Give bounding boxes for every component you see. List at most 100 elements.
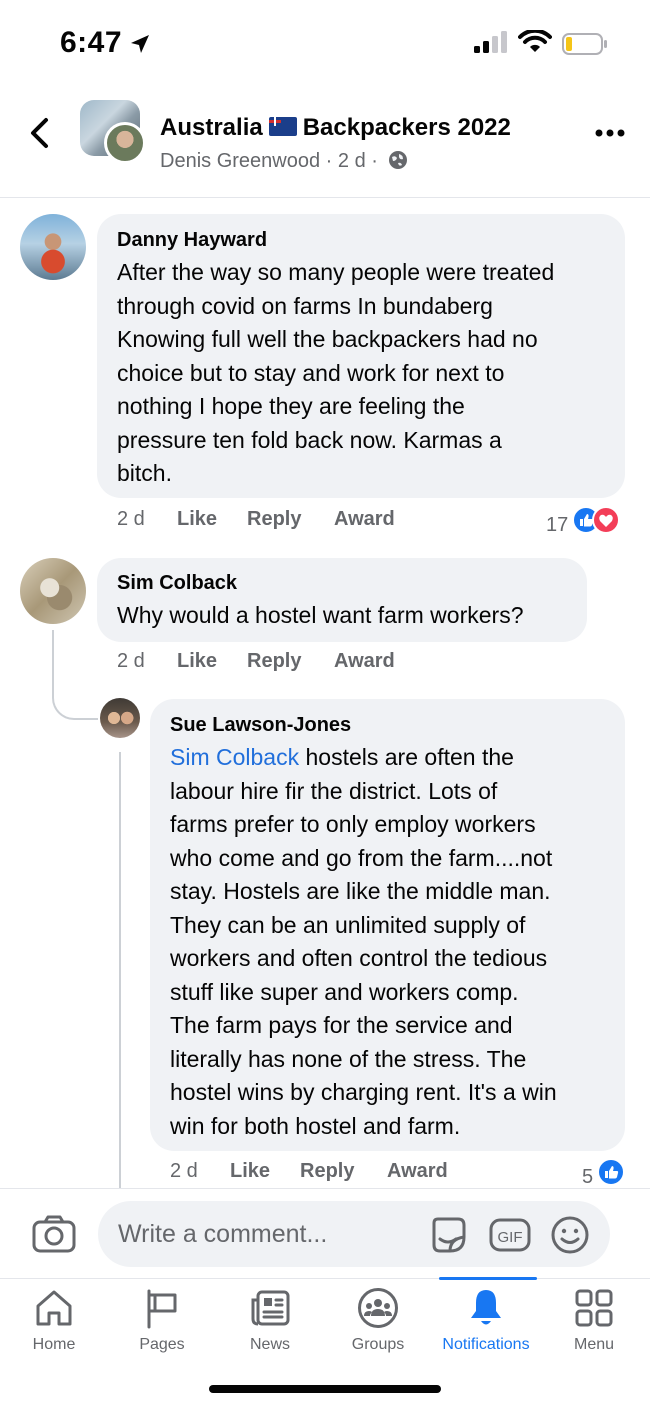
back-arrow-icon[interactable] [26,116,52,150]
comment-line: stay. Hostels are like the middle man. [170,878,551,904]
comment-text: Why would a hostel want farm workers? [117,599,524,633]
nav-label: Menu [573,1336,615,1353]
like-reaction-icon [596,1158,625,1186]
like-button[interactable]: Like [230,1160,300,1183]
comment-line: The farm pays for the service and [170,1012,513,1038]
comment-line: workers and often control the tedious [170,945,548,971]
award-button[interactable]: Award [334,650,395,673]
award-button[interactable]: Award [334,508,395,531]
post-age[interactable]: 2 d [338,150,366,172]
reply-button[interactable]: Reply [300,1160,387,1183]
camera-icon[interactable] [32,1215,76,1253]
nav-pages[interactable]: Pages [108,1279,216,1369]
reaction-count: 5 [582,1166,594,1188]
commenter-name[interactable]: Sim Colback [117,572,237,595]
comment-text: After the way so many people were treate… [117,256,554,491]
comment-line: They can be an unlimited supply of [170,911,526,938]
commenter-avatar[interactable] [100,698,140,738]
meta-separator: · [371,150,378,172]
comment-line: farms prefer to only employ workers [170,811,536,837]
commenter-name[interactable]: Sue Lawson-Jones [170,714,351,737]
comment-time: 2 d [117,508,145,530]
comment-line: literally has none of the stress. The [170,1045,527,1072]
comment-line: choice but to stay and work for next to [117,359,505,386]
commenter-name[interactable]: Danny Hayward [117,229,267,252]
comment-line: Knowing full well the backpackers had no [117,326,538,352]
more-options-icon[interactable] [594,128,626,138]
comment-actions: 2 d Like Reply Award [117,508,395,531]
commenter-avatar[interactable] [20,214,86,280]
award-button[interactable]: Award [387,1160,448,1183]
comment-text: Sim Colback hostels are often the labour… [170,741,557,1143]
author-name[interactable]: Denis Greenwood [160,150,320,172]
comment-input[interactable]: Write a comment... GIF [98,1201,610,1267]
love-reaction-icon [591,506,620,534]
reply-thread-line [119,752,121,1188]
reaction-count: 17 [546,514,569,536]
reply-button[interactable]: Reply [247,650,334,673]
comment-line: hostel wins by charging rent. It's a win [170,1079,557,1105]
group-title-text-2: Backpackers 2022 [302,114,511,141]
newspaper-icon [251,1290,290,1326]
comment-time: 2 d [117,650,145,672]
nav-label: Home [32,1336,76,1353]
comment-line: After the way so many people were treate… [117,259,555,285]
home-icon [36,1290,72,1326]
gif-icon[interactable]: GIF [488,1215,532,1255]
wifi-icon [518,30,552,52]
comment-line: Why would a hostel want farm workers? [117,602,524,628]
comment-line: nothing I hope they are feeling the [117,393,465,419]
comment-actions: 2 d Like Reply Award [170,1160,448,1183]
like-button[interactable]: Like [177,650,247,673]
cellular-signal-icon [474,31,507,53]
comment-input-placeholder: Write a comment... [118,1220,328,1248]
nav-label: News [249,1336,290,1353]
comment-line: who come and go from the farm....not [170,844,553,871]
groups-icon [358,1288,398,1328]
comment-actions: 2 d Like Reply Award [117,650,395,673]
reaction-summary[interactable]: 17 [546,506,620,540]
bottom-navigation: Home Pages News Groups Notifications Men… [0,1277,650,1407]
location-arrow-icon [131,35,149,53]
comment-line: pressure ten fold back now. Karmas a [117,426,502,453]
comment-time: 2 d [170,1160,198,1182]
nav-groups[interactable]: Groups [324,1279,432,1369]
grid-icon [575,1289,613,1327]
post-header: Australia Backpackers 2022 Denis Greenwoo… [0,88,650,198]
author-avatar[interactable] [104,122,146,164]
nav-news[interactable]: News [216,1279,324,1369]
emoji-icon[interactable] [550,1215,590,1255]
commenter-avatar[interactable] [20,558,86,624]
reply-button[interactable]: Reply [247,508,334,531]
like-button[interactable]: Like [177,508,247,531]
nav-label: Notifications [442,1336,530,1353]
mention-link[interactable]: Sim Colback [170,744,299,770]
gif-label: GIF [498,1229,523,1246]
reaction-summary[interactable]: 5 [582,1158,625,1192]
flag-icon [147,1289,177,1329]
status-bar: 6:47 [0,0,650,88]
battery-icon [562,33,607,55]
comment-line-text: hostels are often the [299,744,514,770]
sticker-icon[interactable] [428,1215,468,1255]
comment-composer: Write a comment... GIF [0,1188,650,1278]
group-title[interactable]: Australia Backpackers 2022 [160,114,511,142]
comment-line: stuff like super and workers comp. [170,978,519,1005]
nav-notifications[interactable]: Notifications [432,1279,540,1369]
status-time: 6:47 [60,26,123,59]
nav-label: Pages [139,1336,185,1353]
group-title-text: Australia [160,114,263,141]
comment-line: bitch. [117,460,172,486]
comment-line: through covid on farms In bundaberg [117,292,493,319]
nav-home[interactable]: Home [0,1279,108,1369]
australia-flag-icon [268,117,297,136]
nav-menu[interactable]: Menu [540,1279,648,1369]
post-meta: Denis Greenwood · 2 d · [160,150,408,173]
comment-line: Sim Colback hostels are often the [170,741,557,775]
home-indicator[interactable] [209,1385,441,1393]
globe-icon [388,151,407,169]
nav-label: Groups [351,1336,405,1353]
comment-line: labour hire fir the district. Lots of [170,777,498,804]
bell-icon [471,1290,501,1325]
comment-line: win for both hostel and farm. [170,1112,461,1139]
